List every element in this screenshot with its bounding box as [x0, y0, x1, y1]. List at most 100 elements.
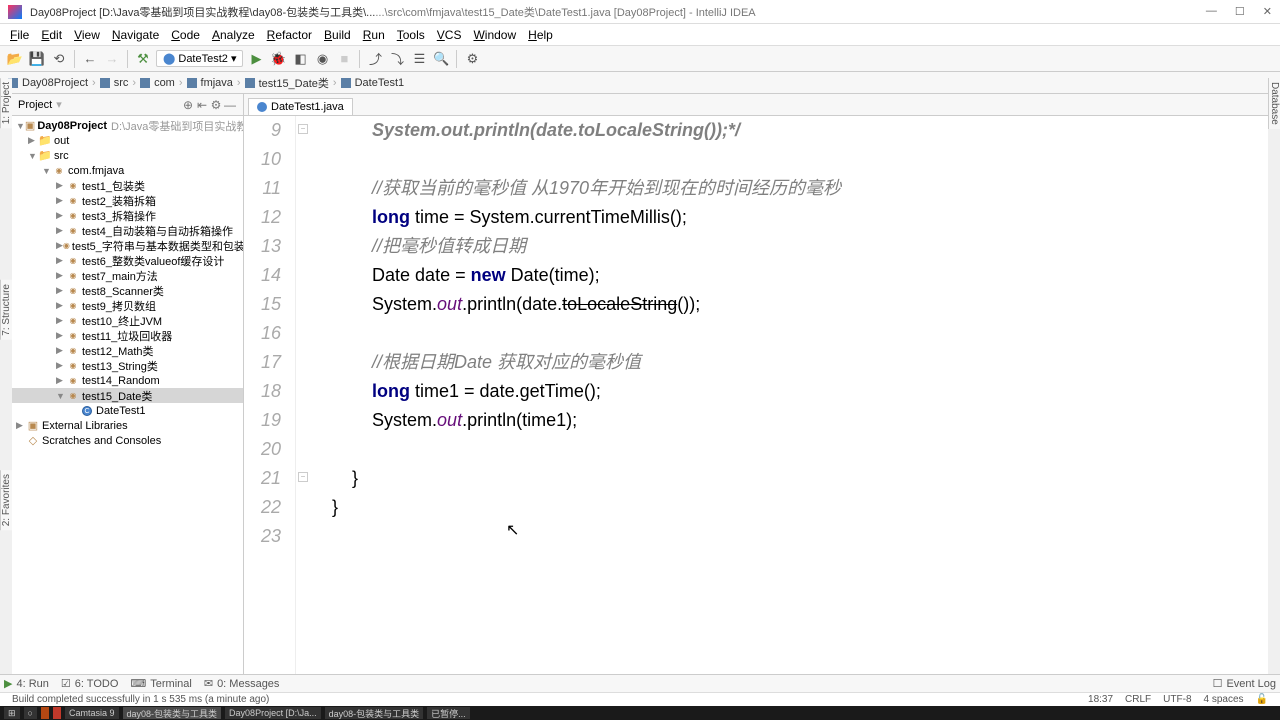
menu-view[interactable]: View — [68, 28, 106, 42]
tb-app1[interactable] — [53, 707, 61, 719]
win-start[interactable]: ⊞ — [4, 707, 20, 719]
coverage-icon[interactable]: ◧ — [291, 50, 309, 68]
tree-test7_main方法[interactable]: ▶◉test7_main方法 — [12, 268, 243, 283]
menu-vcs[interactable]: VCS — [431, 28, 468, 42]
forward-icon[interactable]: → — [103, 50, 121, 68]
crumb-1[interactable]: src — [114, 77, 129, 89]
title-right: ...\src\com\fmjava\test15_Date类\DateTest… — [375, 4, 1206, 20]
eventlog-tool[interactable]: ☐Event Log — [1213, 677, 1276, 690]
tree-out[interactable]: ▶📁out — [12, 133, 243, 148]
tree-test10_终止JVM[interactable]: ▶◉test10_终止JVM — [12, 313, 243, 328]
taskbar-item-4[interactable]: 已暂停... — [427, 707, 470, 719]
toolbar: 📂 💾 ⟲ ← → ⚒ ⬤ DateTest2 ▾ ▶ 🐞 ◧ ◉ ■ ⤴ ⤵ … — [0, 46, 1280, 72]
tree-test13_String类[interactable]: ▶◉test13_String类 — [12, 358, 243, 373]
search-icon[interactable]: 🔍 — [432, 50, 450, 68]
profile-icon[interactable]: ◉ — [313, 50, 331, 68]
menu-code[interactable]: Code — [165, 28, 206, 42]
menu-file[interactable]: File — [4, 28, 35, 42]
status-lock-icon[interactable]: 🔓 — [1256, 694, 1268, 705]
messages-tool[interactable]: ✉0: Messages — [204, 677, 280, 690]
terminal-tool[interactable]: ⌨Terminal — [130, 677, 191, 690]
vcs-update-icon[interactable]: ⤵ — [388, 50, 406, 68]
build-icon[interactable]: ⚒ — [134, 50, 152, 68]
tree-test2_装箱拆箱[interactable]: ▶◉test2_装箱拆箱 — [12, 193, 243, 208]
tree-test5_字符串与基本数据类型和包装类型转[interactable]: ▶◉test5_字符串与基本数据类型和包装类型转 — [12, 238, 243, 253]
back-icon[interactable]: ← — [81, 50, 99, 68]
menu-tools[interactable]: Tools — [391, 28, 431, 42]
taskbar-item-2[interactable]: Day08Project [D:\Ja... — [225, 707, 321, 719]
project-title: Project — [18, 99, 52, 111]
crumb-3[interactable]: fmjava — [201, 77, 233, 89]
taskbar-item-1[interactable]: day08-包装类与工具类 — [123, 707, 222, 719]
tree-com.fmjava[interactable]: ▼◉com.fmjava — [12, 163, 243, 178]
hide-icon[interactable]: — — [223, 98, 237, 112]
title-bar: Day08Project [D:\Java零基础到项目实战教程\day08-包装… — [0, 0, 1280, 24]
minimize-icon[interactable]: — — [1206, 5, 1217, 18]
status-time: 18:37 — [1088, 694, 1113, 705]
code-area[interactable]: 91011121314151617181920212223 − − System… — [244, 116, 1268, 678]
code-text[interactable]: System.out.println(date.toLocaleString()… — [314, 116, 1268, 678]
tree-test3_拆箱操作[interactable]: ▶◉test3_拆箱操作 — [12, 208, 243, 223]
structure-icon[interactable]: ☰ — [410, 50, 428, 68]
run-config-select[interactable]: ⬤ DateTest2 ▾ — [156, 50, 243, 67]
sync-icon[interactable]: ⟲ — [50, 50, 68, 68]
tree-DateTest1[interactable]: CDateTest1 — [12, 403, 243, 418]
status-sep[interactable]: CRLF — [1125, 694, 1151, 705]
menu-help[interactable]: Help — [522, 28, 559, 42]
status-indent[interactable]: 4 spaces — [1204, 694, 1244, 705]
gear-icon[interactable]: ⚙ — [209, 98, 223, 112]
tb-browser[interactable] — [41, 707, 49, 719]
project-tree[interactable]: ▼▣Day08ProjectD:\Java零基础到项目实战教程\d▶📁out▼📁… — [12, 116, 243, 698]
open-icon[interactable]: 📂 — [6, 50, 24, 68]
intellij-icon — [8, 5, 22, 19]
fold-icon[interactable]: − — [298, 124, 308, 134]
tree-test1_包装类[interactable]: ▶◉test1_包装类 — [12, 178, 243, 193]
taskbar-item-0[interactable]: Camtasia 9 — [65, 707, 119, 719]
collapse-icon[interactable]: ⇤ — [195, 98, 209, 112]
tree-test6_整数类valueof缓存设计[interactable]: ▶◉test6_整数类valueof缓存设计 — [12, 253, 243, 268]
stop-icon[interactable]: ■ — [335, 50, 353, 68]
save-icon[interactable]: 💾 — [28, 50, 46, 68]
java-icon — [257, 102, 267, 112]
win-search[interactable]: ○ — [24, 707, 37, 719]
locate-icon[interactable]: ⊕ — [181, 98, 195, 112]
menu-refactor[interactable]: Refactor — [261, 28, 318, 42]
menu-run[interactable]: Run — [357, 28, 391, 42]
menu-build[interactable]: Build — [318, 28, 357, 42]
editor-tabs: DateTest1.java — [244, 94, 1268, 116]
settings-icon[interactable]: ⚙ — [463, 50, 481, 68]
crumb-4[interactable]: test15_Date类 — [259, 75, 329, 91]
tree-Day08Project[interactable]: ▼▣Day08ProjectD:\Java零基础到项目实战教程\d — [12, 118, 243, 133]
crumb-2[interactable]: com — [154, 77, 175, 89]
bottom-tool-bar: ▶4: Run ☑6: TODO ⌨Terminal ✉0: Messages … — [0, 674, 1280, 692]
crumb-5[interactable]: DateTest1 — [355, 77, 405, 89]
fold-end-icon[interactable]: − — [298, 472, 308, 482]
tree-src[interactable]: ▼📁src — [12, 148, 243, 163]
tree-test9_拷贝数组[interactable]: ▶◉test9_拷贝数组 — [12, 298, 243, 313]
vcs-icon[interactable]: ⤴ — [366, 50, 384, 68]
project-panel: Project ▾ ⊕ ⇤ ⚙ — ▼▣Day08ProjectD:\Java零… — [12, 94, 244, 698]
menu-window[interactable]: Window — [467, 28, 522, 42]
tree-test8_Scanner类[interactable]: ▶◉test8_Scanner类 — [12, 283, 243, 298]
tree-Scratches and Consoles[interactable]: ◇Scratches and Consoles — [12, 433, 243, 448]
taskbar-item-3[interactable]: day08-包装类与工具类 — [325, 707, 424, 719]
crumb-0[interactable]: Day08Project — [22, 77, 88, 89]
run-tool[interactable]: ▶4: Run — [4, 677, 49, 690]
todo-tool[interactable]: ☑6: TODO — [61, 677, 118, 690]
status-enc[interactable]: UTF-8 — [1163, 694, 1191, 705]
tree-test15_Date类[interactable]: ▼◉test15_Date类 — [12, 388, 243, 403]
menu-navigate[interactable]: Navigate — [106, 28, 165, 42]
menu-edit[interactable]: Edit — [35, 28, 68, 42]
tree-External Libraries[interactable]: ▶▣External Libraries — [12, 418, 243, 433]
tab-datetest1[interactable]: DateTest1.java — [248, 98, 353, 115]
tree-test14_Random[interactable]: ▶◉test14_Random — [12, 373, 243, 388]
maximize-icon[interactable]: ☐ — [1235, 5, 1245, 18]
debug-icon[interactable]: 🐞 — [269, 50, 287, 68]
menu-analyze[interactable]: Analyze — [206, 28, 261, 42]
run-icon[interactable]: ▶ — [247, 50, 265, 68]
close-icon[interactable]: ✕ — [1263, 5, 1272, 18]
tree-test12_Math类[interactable]: ▶◉test12_Math类 — [12, 343, 243, 358]
gutter: 91011121314151617181920212223 — [244, 116, 296, 678]
tree-test4_自动装箱与自动拆箱操作[interactable]: ▶◉test4_自动装箱与自动拆箱操作 — [12, 223, 243, 238]
tree-test11_垃圾回收器[interactable]: ▶◉test11_垃圾回收器 — [12, 328, 243, 343]
